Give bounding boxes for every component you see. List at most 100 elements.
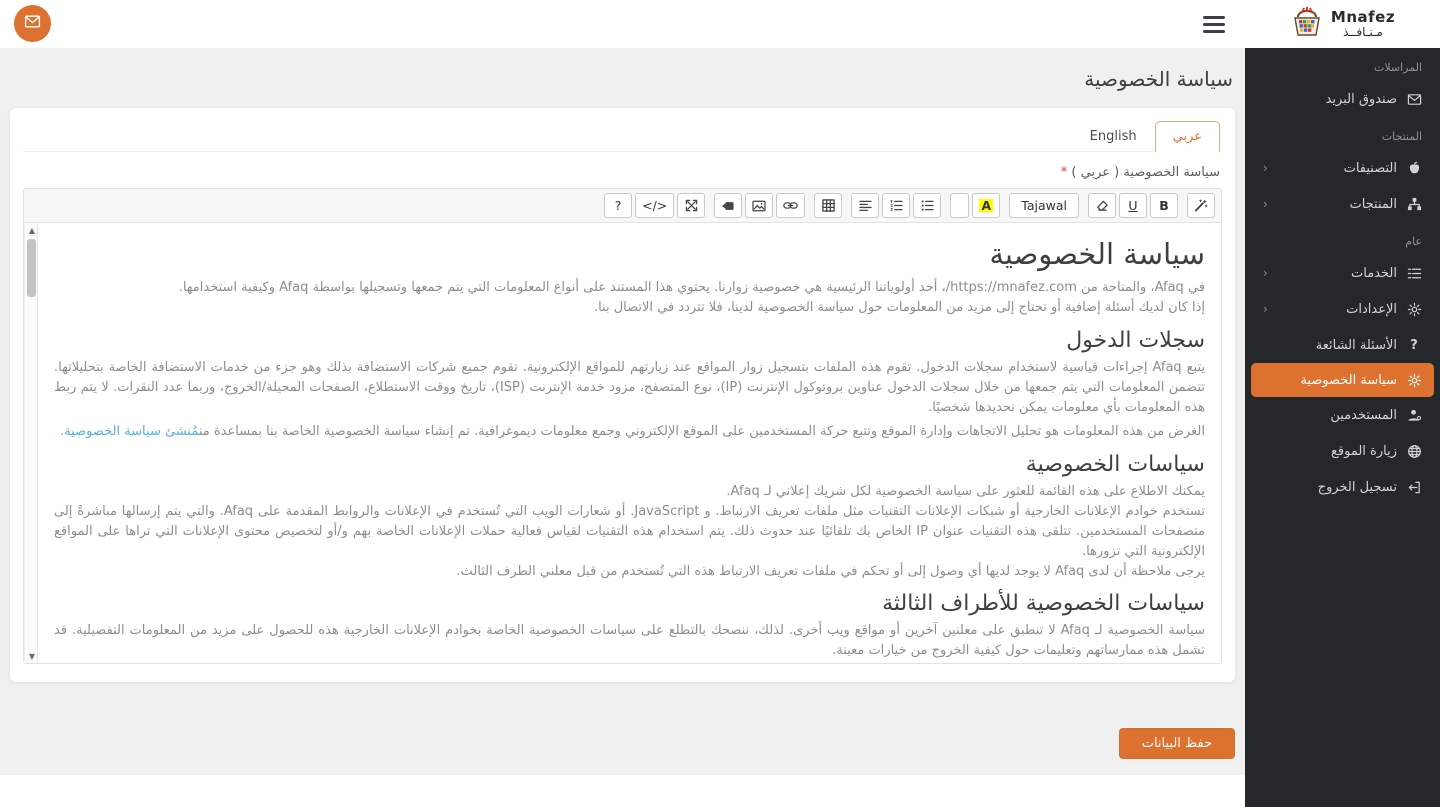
sidebar-item-mailbox[interactable]: صندوق البريد [1245,81,1440,117]
scroll-thumb[interactable] [27,239,36,297]
chevron-left-icon: ‹ [1263,161,1268,175]
unordered-list-icon [921,200,934,211]
fullscreen-button[interactable] [677,193,706,218]
privacy-policy-generator-link[interactable]: مُنشئ سياسة الخصوصية. [60,424,199,439]
sidebar-item-visit-site[interactable]: زيارة الموقع [1245,433,1440,469]
codeview-button[interactable]: </> [635,193,675,218]
privacy-policy-card: عربي English سياسة الخصوصية ( عربي ) * ?… [10,108,1235,682]
unordered-list-button[interactable] [913,193,942,218]
editor-content[interactable]: سياسة الخصوصية في Afaq، والمتاحة من http… [24,223,1221,663]
envelope-icon [24,13,41,34]
video-button[interactable] [714,193,743,218]
bold-button[interactable]: B [1150,193,1178,218]
list-icon [1406,265,1422,281]
underline-button[interactable]: U [1119,193,1147,218]
clear-format-button[interactable] [1088,193,1116,218]
image-icon [752,200,766,211]
sitemap-icon [1406,196,1422,212]
user-gear-icon [1406,407,1422,423]
doc-paragraph: الغرض من هذه المعلومات هو تحليل الاتجاها… [60,424,1205,439]
paragraph-align-button[interactable] [851,193,880,218]
sidebar-item-categories[interactable]: التصنيفات ‹ [1245,150,1440,186]
scroll-down-button[interactable]: ▼ [25,649,39,663]
sidebar-item-label: الإعدادات [1346,301,1397,317]
sidebar-item-products[interactable]: المنتجات ‹ [1245,186,1440,222]
sidebar-item-label: صندوق البريد [1325,91,1397,107]
font-family-button[interactable]: Tajawal [1009,193,1079,218]
logo-arabic: مـنـافــذ [1343,24,1383,39]
mail-button[interactable] [14,5,51,42]
help-button[interactable]: ? [604,193,633,218]
expand-icon [685,199,698,212]
logo-latin: Mnafez [1330,7,1396,26]
sidebar-item-faq[interactable]: ? الأسئلة الشائعة [1245,327,1440,363]
sidebar-logo[interactable]: Mnafez مـنـافــذ [1245,0,1440,48]
sidebar-item-label: زيارة الموقع [1330,443,1397,459]
tab-english[interactable]: English [1072,121,1155,152]
link-button[interactable] [776,193,806,218]
sidebar-item-label: الأسئلة الشائعة [1315,337,1397,353]
gear-icon [1406,372,1422,388]
color-preview-button[interactable] [950,193,970,218]
table-button[interactable] [814,193,843,218]
doc-subheading-third-party: سياسات الخصوصية للأطراف الثالثة [882,591,1205,616]
sidebar-section-products: المنتجات [1381,130,1422,143]
envelope-icon [1406,91,1422,107]
chevron-left-icon: ‹ [1263,197,1268,211]
doc-subheading-logs: سجلات الدخول [1066,328,1205,353]
sidebar-item-settings[interactable]: الإعدادات ‹ [1245,291,1440,327]
video-icon [722,201,734,210]
sidebar-item-logout[interactable]: تسجيل الخروج [1245,469,1440,505]
scroll-up-button[interactable]: ▲ [25,223,39,237]
editor-toolbar: ? </> A Tajawal U B [24,189,1221,223]
logo-text: Mnafez مـنـافــذ [1330,7,1396,39]
sidebar-item-services[interactable]: الخدمات ‹ [1245,255,1440,291]
sidebar-item-label: سياسة الخصوصية [1300,372,1397,388]
doc-paragraph: في Afaq، والمتاحة من https://mnafez.com/… [178,280,1205,315]
save-button[interactable]: حفظ البيانات [1118,728,1235,759]
language-tabs: عربي English [23,121,1222,152]
eraser-icon [1096,200,1108,211]
logo-basket-icon [1290,5,1324,43]
globe-icon [1406,443,1422,459]
sidebar-item-label: تسجيل الخروج [1317,479,1397,495]
image-button[interactable] [745,193,774,218]
align-icon [859,200,872,211]
highlight-color-button[interactable]: A [972,193,1001,218]
doc-subheading-policies: سياسات الخصوصية [1025,452,1205,477]
link-icon [783,202,799,209]
required-asterisk: * [1060,165,1068,180]
editor-scrollbar[interactable]: ▲ ▼ [24,223,38,663]
sidebar-item-label: المستخدمين [1330,407,1397,423]
ordered-list-icon [890,200,903,211]
logout-icon [1406,479,1422,495]
field-label: سياسة الخصوصية ( عربي ) * [1060,165,1220,180]
sidebar-section-messages: المراسلات [1373,61,1422,74]
doc-paragraph: يتبع Afaq إجراءات قياسية لاستخدام سجلات … [54,360,1205,415]
sidebar-item-label: التصنيفات [1343,160,1397,176]
rich-text-editor: ? </> A Tajawal U B سياسة الخصوصية في Af… [23,188,1222,664]
table-icon [822,199,835,212]
chevron-left-icon: ‹ [1263,266,1268,280]
gear-icon [1406,301,1422,317]
sidebar-item-privacy-policy[interactable]: سياسة الخصوصية [1251,363,1434,397]
apple-icon [1406,160,1422,176]
top-header [0,0,1245,48]
doc-heading: سياسة الخصوصية [989,237,1205,271]
hamburger-menu-icon[interactable] [1203,16,1225,33]
ordered-list-button[interactable] [882,193,911,218]
save-row: حفظ البيانات [10,728,1235,759]
question-icon: ? [1410,337,1418,353]
magic-wand-icon [1194,199,1208,212]
chevron-left-icon: ‹ [1263,302,1268,316]
tab-arabic[interactable]: عربي [1154,121,1220,152]
highlight-letter: A [979,197,994,213]
sidebar-item-label: الخدمات [1351,265,1397,281]
main-content: سياسة الخصوصية عربي English سياسة الخصوص… [0,48,1245,775]
sidebar: Mnafez مـنـافــذ المراسلات صندوق البريد … [1245,0,1440,807]
page-title: سياسة الخصوصية [1084,67,1233,91]
sidebar-item-users[interactable]: المستخدمين [1245,397,1440,433]
magic-style-button[interactable] [1187,193,1215,218]
sidebar-item-label: المنتجات [1349,196,1397,212]
doc-paragraph: يمكنك الاطلاع على هذه القائمة للعثور على… [54,484,1205,579]
